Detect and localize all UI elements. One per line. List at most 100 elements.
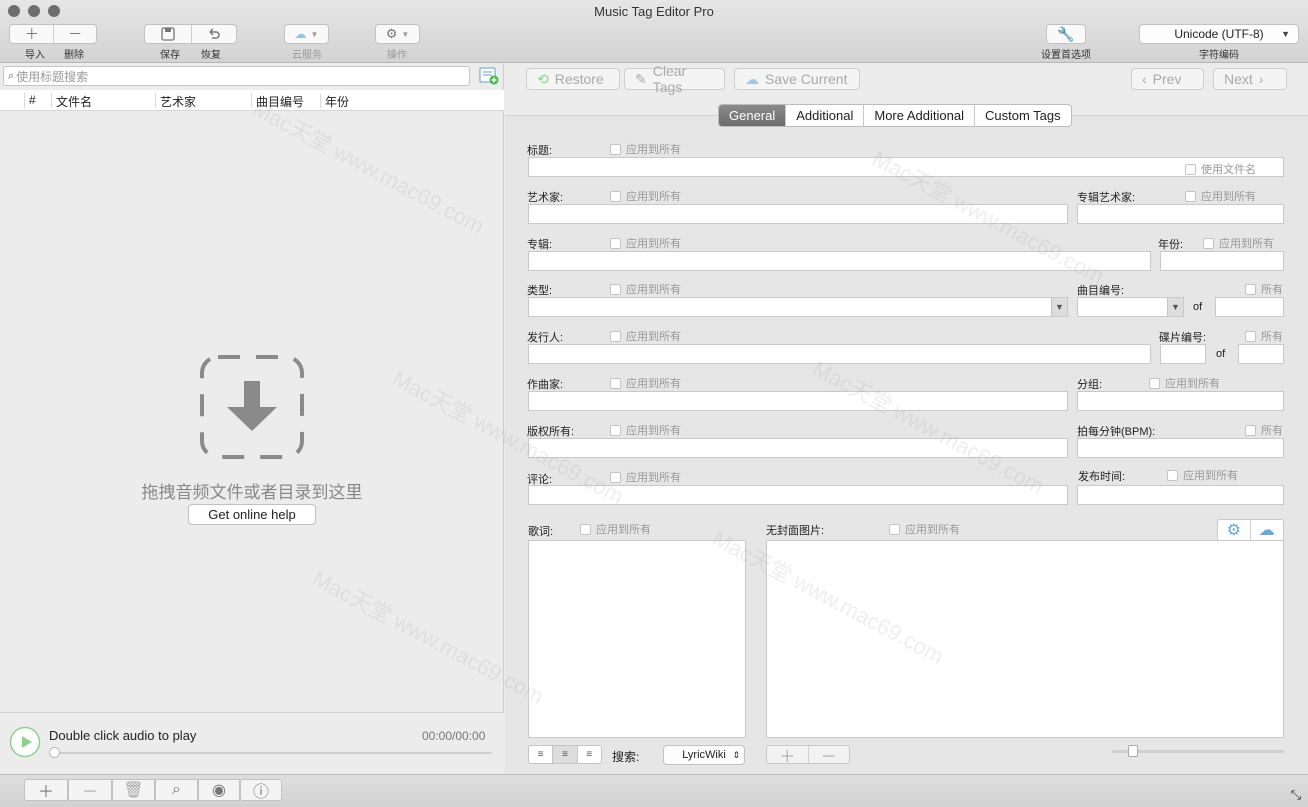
chevron-down-icon[interactable]: ▼ [1167, 298, 1183, 316]
column-filename[interactable]: 文件名 [51, 93, 155, 109]
find-button[interactable]: ⌕ [155, 779, 198, 801]
title-field[interactable]: 使用文件名 [528, 157, 1284, 177]
restore-button[interactable]: ⟲ Restore [526, 68, 620, 90]
info-button[interactable]: ⓘ [240, 779, 282, 801]
tag-tabs: General Additional More Additional Custo… [718, 104, 1072, 127]
cover-artwork-area[interactable] [766, 540, 1284, 738]
bpm-field[interactable] [1077, 438, 1284, 458]
track-total-field[interactable] [1215, 297, 1284, 317]
progress-track[interactable] [51, 752, 492, 754]
cloud-label: 云服务 [292, 50, 322, 61]
cover-apply-all-checkbox[interactable]: 应用到所有 [889, 521, 960, 537]
album-field[interactable] [528, 251, 1151, 271]
audio-player: Double click audio to play 00:00/00:00 [0, 712, 504, 774]
save-current-button[interactable]: ☁ Save Current [734, 68, 860, 90]
disc-all-checkbox[interactable]: 所有 [1245, 328, 1283, 344]
delete-label: 删除 [64, 50, 84, 61]
preview-button[interactable]: ◉ [198, 779, 240, 801]
year-field[interactable] [1160, 251, 1284, 271]
album-artist-apply-all-checkbox[interactable]: 应用到所有 [1185, 188, 1256, 204]
chevron-right-icon: › [1258, 71, 1264, 87]
prev-button[interactable]: ‹ Prev [1131, 68, 1204, 90]
add-playlist-icon[interactable] [479, 67, 499, 85]
cloud-download-icon: ☁ [1258, 522, 1275, 539]
cover-size-slider-knob[interactable] [1128, 745, 1138, 757]
search-icon: ⌕ [8, 69, 15, 82]
align-right-icon[interactable]: ≡ [578, 746, 601, 763]
delete-button[interactable]: － [53, 25, 96, 43]
publisher-apply-all-checkbox[interactable]: 应用到所有 [610, 328, 681, 344]
chevron-left-icon: ‹ [1142, 71, 1147, 87]
clear-tags-button[interactable]: ✎ Clear Tags [624, 63, 725, 95]
search-input[interactable]: ⌕ 使用标题搜索 [3, 66, 470, 86]
use-filename-checkbox[interactable]: 使用文件名 [1185, 161, 1256, 177]
artist-apply-all-checkbox[interactable]: 应用到所有 [610, 188, 681, 204]
cover-settings-button[interactable]: ⚙ [1218, 520, 1251, 540]
grouping-apply-all-checkbox[interactable]: 应用到所有 [1149, 375, 1220, 391]
save-button[interactable] [145, 25, 191, 43]
remove-cover-button[interactable]: － [809, 746, 850, 766]
disc-total-field[interactable] [1238, 344, 1284, 364]
disc-number-label: 碟片编号: [1159, 332, 1207, 344]
release-time-field[interactable] [1077, 485, 1284, 505]
file-table-header: # 文件名 艺术家 曲目编号 年份 [0, 90, 504, 111]
grouping-field[interactable] [1077, 391, 1284, 411]
artist-label: 艺术家: [527, 192, 564, 204]
import-button[interactable]: ＋ [10, 25, 53, 43]
title-apply-all-checkbox[interactable]: 应用到所有 [610, 141, 681, 157]
add-file-button[interactable]: ＋ [24, 779, 68, 801]
composer-apply-all-checkbox[interactable]: 应用到所有 [610, 375, 681, 391]
comment-field[interactable] [528, 485, 1068, 505]
genre-combobox[interactable]: ▼ [528, 297, 1068, 317]
play-icon[interactable] [9, 726, 41, 758]
track-all-checkbox[interactable]: 所有 [1245, 281, 1283, 297]
add-cover-button[interactable]: ＋ [767, 746, 809, 766]
trash-button[interactable]: 🗑 [112, 779, 155, 801]
composer-field[interactable] [528, 391, 1068, 411]
column-number[interactable]: # [24, 93, 51, 108]
comment-apply-all-checkbox[interactable]: 应用到所有 [610, 469, 681, 485]
bpm-all-checkbox[interactable]: 所有 [1245, 422, 1283, 438]
copyright-field[interactable] [528, 438, 1068, 458]
disc-number-field[interactable] [1160, 344, 1206, 364]
align-center-icon[interactable]: ≡ [552, 746, 578, 763]
track-number-combobox[interactable]: ▼ [1077, 297, 1184, 317]
actions-menu-button[interactable]: ⚙ ▼ [375, 24, 420, 44]
lyrics-apply-all-checkbox[interactable]: 应用到所有 [580, 521, 651, 537]
encoding-select[interactable]: Unicode (UTF-8) ▼ [1139, 24, 1299, 44]
bpm-label: 拍每分钟(BPM): [1077, 426, 1156, 438]
tab-more-additional[interactable]: More Additional [863, 105, 974, 126]
progress-knob[interactable] [49, 747, 60, 758]
preferences-button[interactable]: 🔧 [1046, 24, 1086, 44]
album-apply-all-checkbox[interactable]: 应用到所有 [610, 235, 681, 251]
album-artist-field[interactable] [1077, 204, 1284, 224]
release-time-apply-all-checkbox[interactable]: 应用到所有 [1167, 467, 1238, 483]
lyrics-source-select[interactable]: LyricWiki ⇕ [663, 745, 745, 765]
copyright-apply-all-checkbox[interactable]: 应用到所有 [610, 422, 681, 438]
align-left-icon[interactable]: ≡ [529, 746, 552, 763]
column-year[interactable]: 年份 [320, 93, 504, 109]
lyrics-textarea[interactable] [528, 540, 746, 738]
magnifier-icon: ⌕ [172, 781, 181, 798]
resize-handle-icon[interactable]: ⤡ [1288, 787, 1304, 803]
restore-toolbar-button[interactable] [190, 25, 237, 43]
year-apply-all-checkbox[interactable]: 应用到所有 [1203, 235, 1274, 251]
genre-apply-all-checkbox[interactable]: 应用到所有 [610, 281, 681, 297]
next-button[interactable]: Next › [1213, 68, 1287, 90]
publisher-field[interactable] [528, 344, 1151, 364]
tab-additional[interactable]: Additional [785, 105, 863, 126]
remove-file-button[interactable]: － [68, 779, 112, 801]
tab-custom-tags[interactable]: Custom Tags [973, 105, 1071, 126]
title-label: 标题: [527, 145, 553, 157]
column-track-number[interactable]: 曲目编号 [251, 93, 320, 109]
get-online-help-button[interactable]: Get online help [188, 504, 316, 525]
tag-editor-pane: ⟲ Restore ✎ Clear Tags ☁ Save Current ‹ Prev… [505, 63, 1308, 774]
cover-download-button[interactable]: ☁ [1251, 520, 1284, 540]
download-drop-icon [200, 355, 304, 459]
tab-general[interactable]: General [719, 105, 786, 126]
column-artist[interactable]: 艺术家 [155, 93, 251, 109]
cloud-service-button[interactable]: ☁ ▼ [284, 24, 329, 44]
chevron-down-icon[interactable]: ▼ [1051, 298, 1067, 316]
artist-field[interactable] [528, 204, 1068, 224]
search-placeholder: 使用标题搜索 [16, 69, 89, 84]
